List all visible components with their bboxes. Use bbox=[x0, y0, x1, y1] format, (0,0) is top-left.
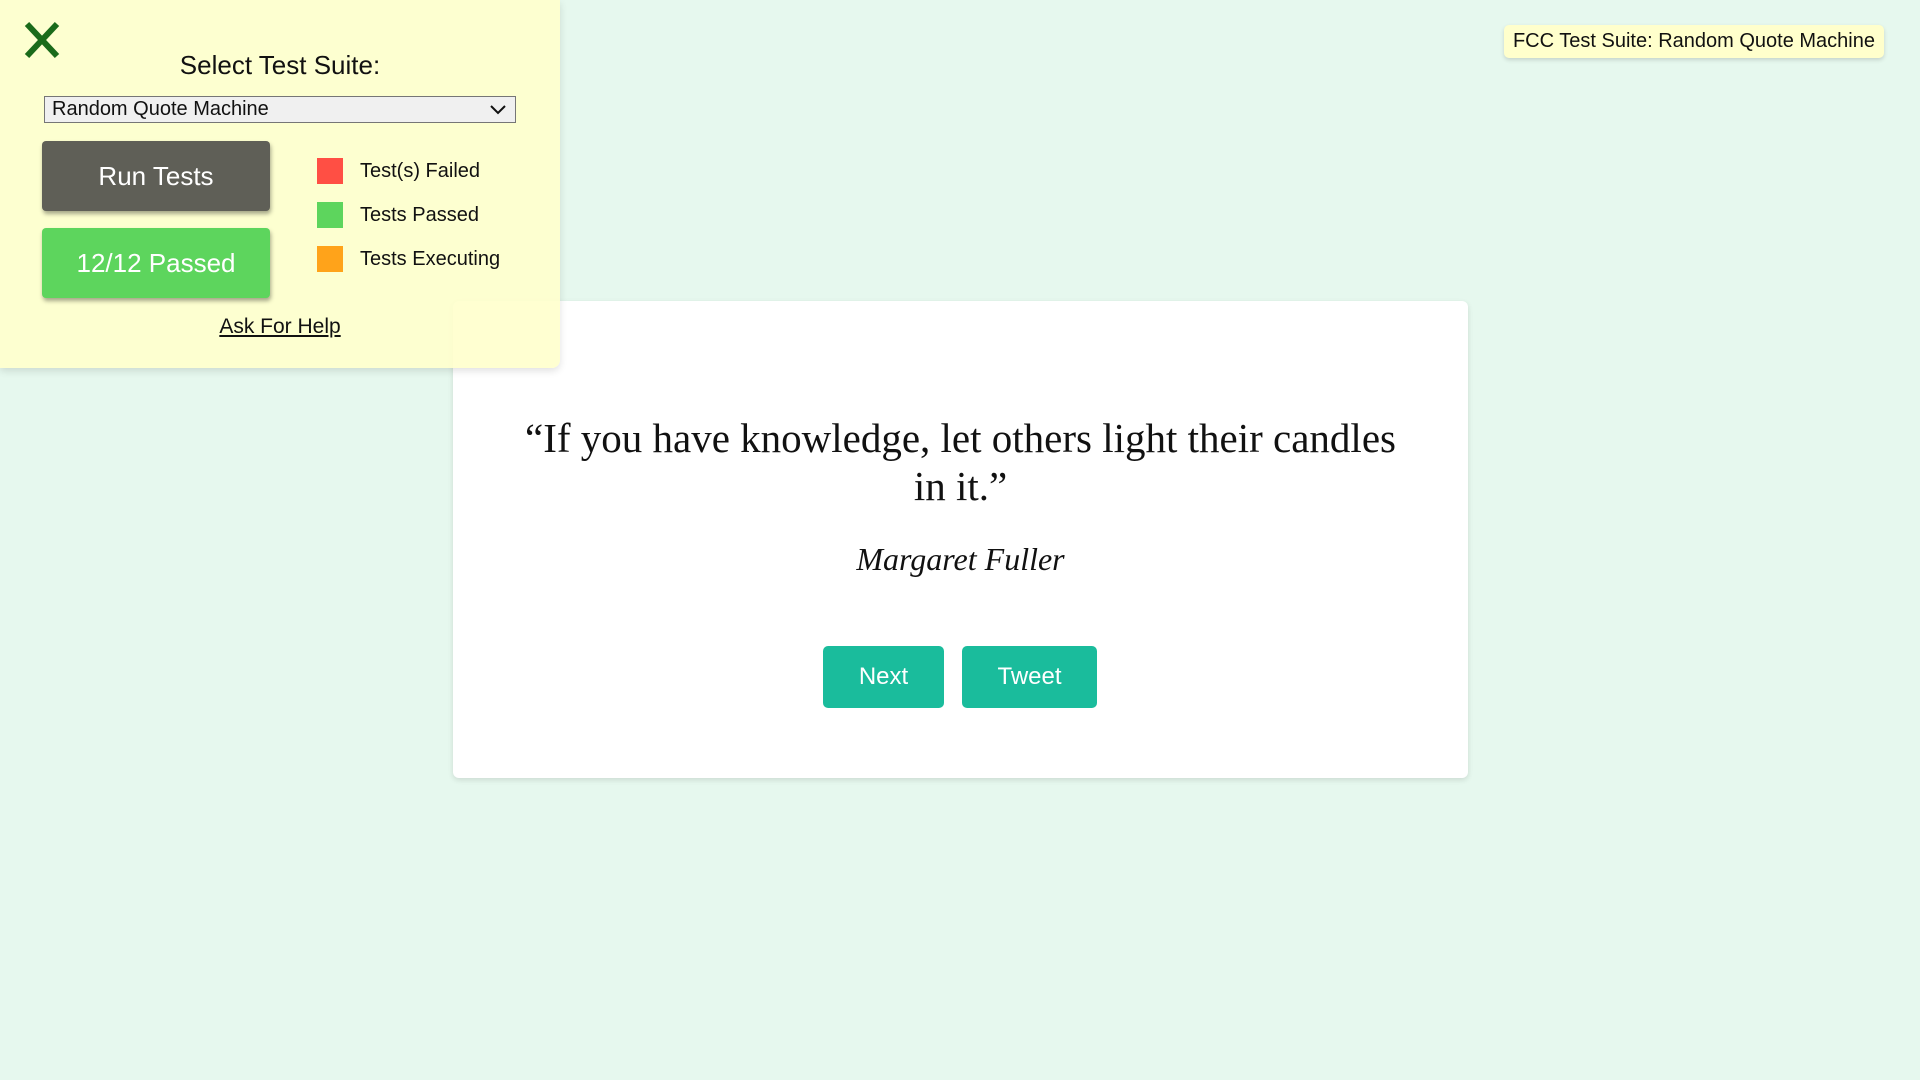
tweet-quote-button[interactable]: Tweet bbox=[962, 646, 1097, 708]
test-suite-badge: FCC Test Suite: Random Quote Machine bbox=[1503, 25, 1884, 58]
passed-swatch bbox=[317, 202, 343, 228]
quote-author: Margaret Fuller bbox=[856, 541, 1065, 577]
test-suite-select[interactable]: Random Quote Machine bbox=[44, 96, 516, 123]
run-tests-button[interactable]: Run Tests bbox=[42, 141, 270, 211]
quote-box: “If you have knowledge, let others light… bbox=[453, 301, 1468, 778]
legend-item-failed: Test(s) Failed bbox=[317, 158, 500, 184]
test-suite-title: Select Test Suite: bbox=[179, 50, 381, 80]
chevron-down-icon bbox=[489, 98, 507, 120]
legend-item-passed: Tests Passed bbox=[317, 202, 500, 228]
executing-swatch bbox=[317, 246, 343, 272]
quote-text: “If you have knowledge, let others light… bbox=[525, 415, 1396, 509]
failed-swatch bbox=[317, 158, 343, 184]
quote-actions: Next Tweet bbox=[823, 646, 1097, 708]
selected-suite-value: Random Quote Machine bbox=[52, 98, 269, 120]
next-quote-button[interactable]: Next bbox=[823, 646, 944, 708]
legend-label: Test(s) Failed bbox=[360, 159, 481, 182]
legend-label: Tests Executing bbox=[360, 247, 501, 270]
test-results-button[interactable]: 12/12 Passed bbox=[42, 228, 270, 298]
ask-for-help-link[interactable]: Ask For Help bbox=[0, 315, 560, 339]
test-suite-panel: Select Test Suite: Random Quote Machine … bbox=[0, 0, 560, 368]
status-legend: Test(s) Failed Tests Passed Tests Execut… bbox=[317, 158, 500, 290]
legend-item-executing: Tests Executing bbox=[317, 246, 500, 272]
legend-label: Tests Passed bbox=[360, 203, 479, 226]
